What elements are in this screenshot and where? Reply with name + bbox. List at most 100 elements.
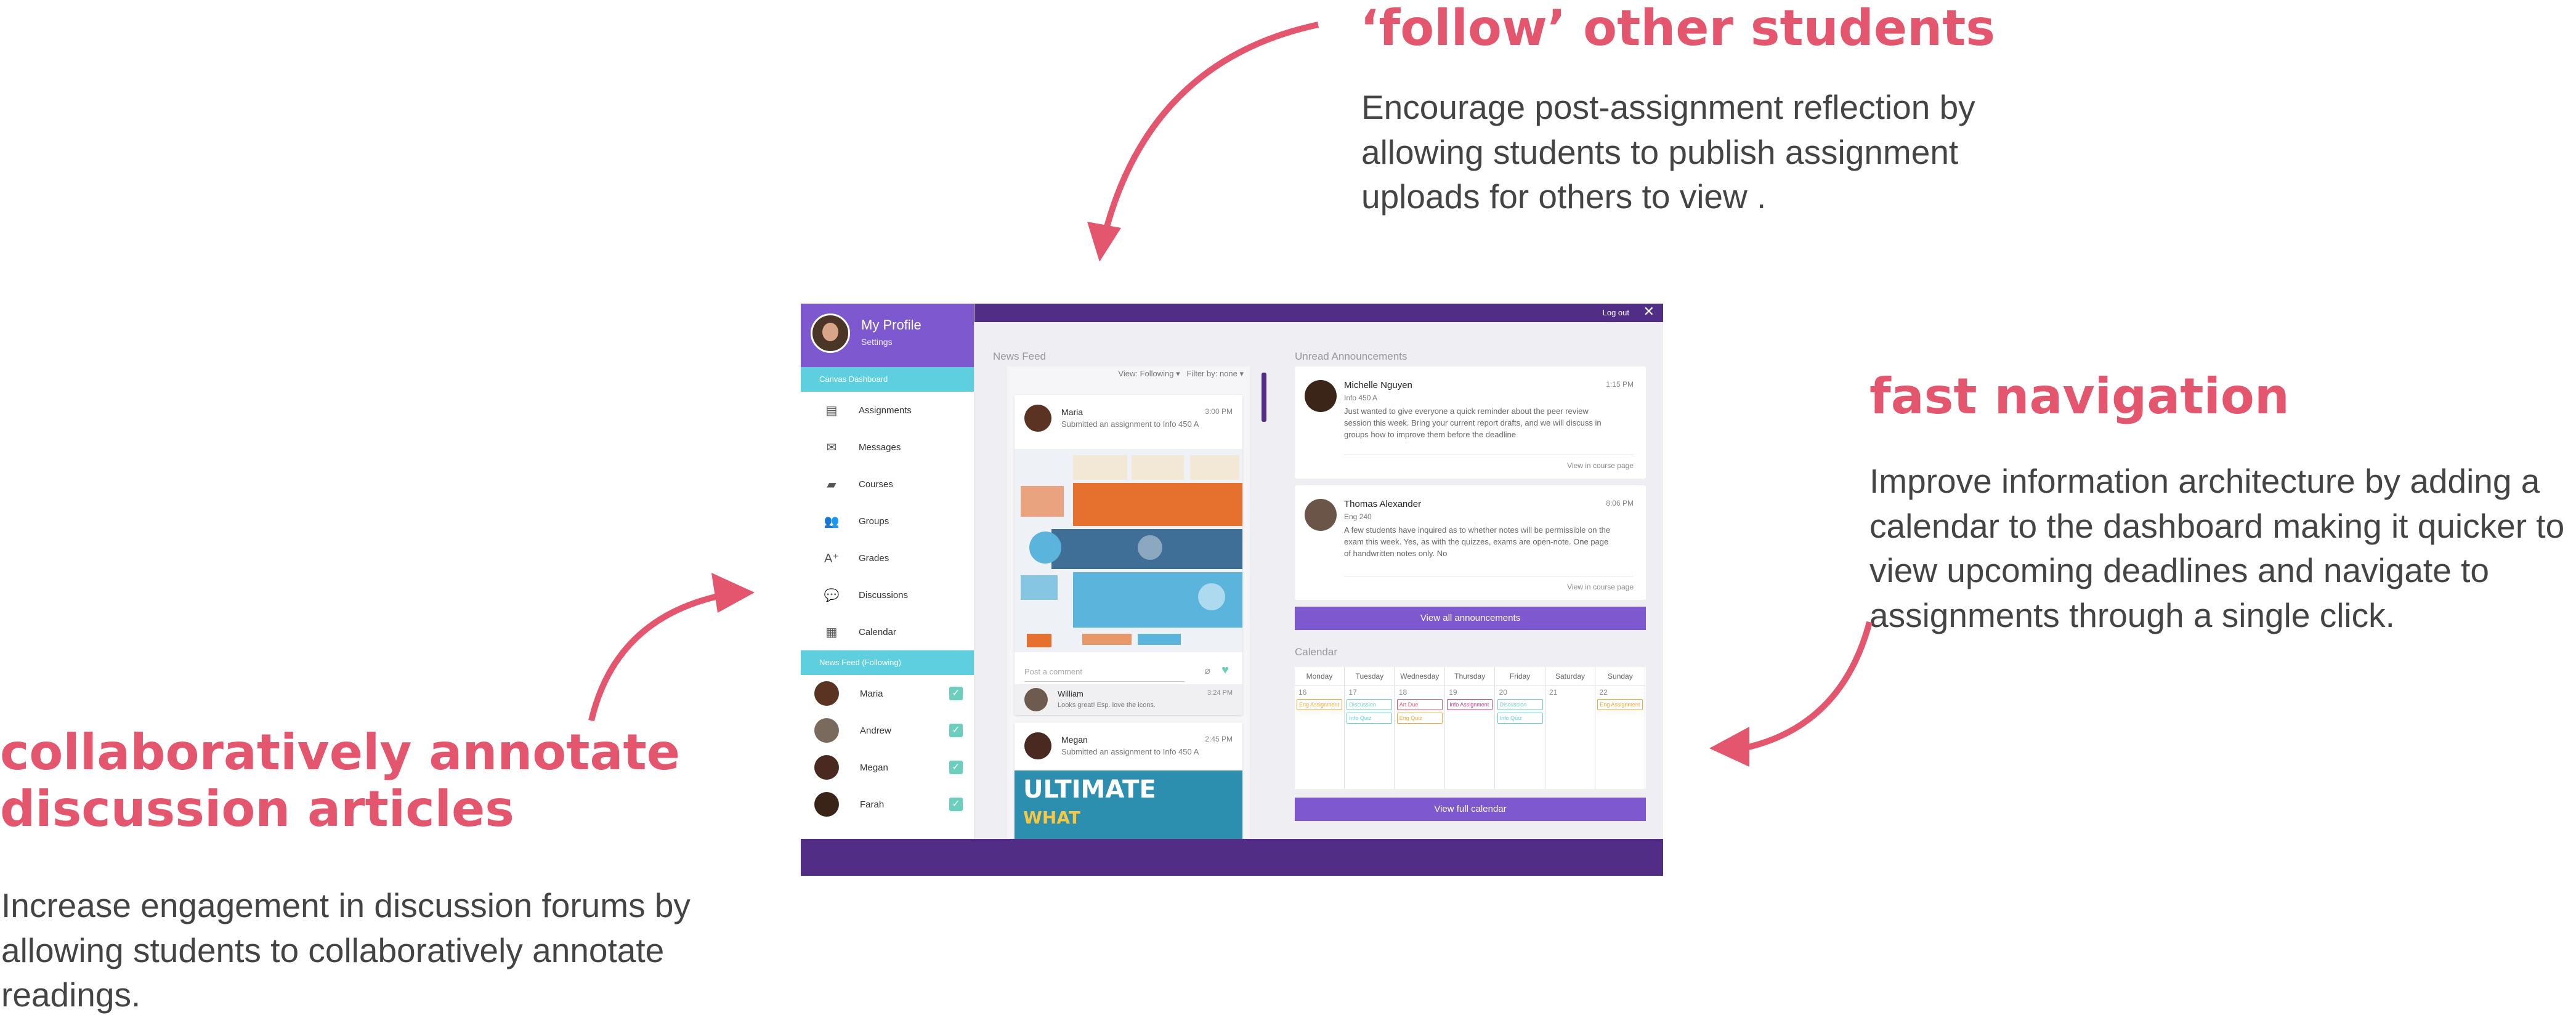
announcements-title: Unread Announcements — [1295, 350, 1407, 362]
following-item-andrew[interactable]: Andrew ✓ — [801, 712, 974, 749]
sidebar-item-calendar[interactable]: ▦ Calendar — [801, 613, 974, 650]
profile-header[interactable]: My Profile Settings — [801, 304, 974, 367]
document-icon: ▤ — [825, 403, 838, 418]
announcement-card[interactable]: Thomas Alexander Eng 240 8:06 PM A few s… — [1295, 485, 1646, 600]
sidebar-item-label: Calendar — [859, 626, 896, 637]
calendar-day-sunday[interactable]: Sunday 22 Eng Assignment — [1595, 667, 1646, 789]
calendar-event[interactable]: Eng Assignment — [1597, 699, 1643, 710]
filter-dropdown[interactable]: Filter by: none — [1186, 369, 1237, 378]
sidebar-item-assignments[interactable]: ▤ Assignments — [801, 392, 974, 429]
sidebar-item-label: Grades — [859, 552, 889, 564]
calendar-event[interactable]: Info Quiz — [1347, 713, 1393, 724]
close-icon[interactable]: ✕ — [1643, 305, 1655, 318]
infographic-image[interactable] — [1015, 449, 1242, 652]
feed-post[interactable]: Maria Submitted an assignment to Info 45… — [1015, 395, 1242, 715]
following-item-maria[interactable]: Maria ✓ — [801, 675, 974, 712]
calendar-day-monday[interactable]: Monday 16 Eng Assignment — [1295, 667, 1345, 789]
view-following-dropdown[interactable]: View: Following — [1118, 369, 1173, 378]
following-checkbox[interactable]: ✓ — [949, 798, 963, 811]
calendar-event[interactable]: Info Assignment — [1447, 699, 1493, 710]
grade-icon: A⁺ — [824, 551, 839, 565]
comment-author[interactable]: William — [1058, 689, 1083, 698]
feed-post[interactable]: Megan Submitted an assignment to Info 45… — [1015, 722, 1242, 839]
avatar[interactable] — [814, 755, 839, 780]
following-item-megan[interactable]: Megan ✓ — [801, 749, 974, 786]
infographic-subheading: WHAT — [1023, 807, 1080, 828]
feed-scrollbar[interactable] — [1262, 373, 1266, 422]
following-checkbox[interactable]: ✓ — [949, 724, 963, 737]
infographic-heading: ULTIMATE — [1023, 775, 1156, 804]
following-list: Maria ✓ Andrew ✓ Megan ✓ Farah ✓ — [801, 675, 974, 823]
sidebar-item-courses[interactable]: ▰ Courses — [801, 466, 974, 503]
calendar-event[interactable]: Info Quiz — [1497, 713, 1543, 724]
following-checkbox[interactable]: ✓ — [949, 687, 963, 700]
settings-link[interactable]: Settings — [861, 337, 893, 347]
sidebar-nav: ▤ Assignments ✉ Messages ▰ Courses 👥 Groups A⁺ Gr… — [801, 392, 974, 650]
calendar-day-name: Friday — [1495, 667, 1545, 685]
calendar-date: 19 — [1449, 688, 1457, 697]
announcement-author[interactable]: Michelle Nguyen — [1344, 380, 1412, 390]
view-in-course-link[interactable]: View in course page — [1567, 583, 1634, 591]
calendar-event[interactable]: Eng Quiz — [1396, 713, 1443, 724]
calendar-grid: Monday 16 Eng Assignment Tuesday 17 Discussio… — [1295, 667, 1646, 789]
calendar-day-thursday[interactable]: Thursday 19 Info Assignment — [1445, 667, 1496, 789]
sidebar-item-grades[interactable]: A⁺ Grades — [801, 540, 974, 576]
following-name: Farah — [860, 799, 885, 810]
post-author[interactable]: Maria — [1061, 407, 1083, 417]
follow-arrowhead — [1087, 222, 1121, 262]
sidebar-item-messages[interactable]: ✉ Messages — [801, 429, 974, 466]
calendar-day-saturday[interactable]: Saturday 21 — [1545, 667, 1595, 789]
calendar-event[interactable]: Eng Assignment — [1297, 699, 1342, 710]
announcement-text: Just wanted to give everyone a quick rem… — [1344, 406, 1602, 439]
calendar-date: 20 — [1499, 688, 1507, 697]
sidebar-item-discussions[interactable]: 💬 Discussions — [801, 576, 974, 613]
avatar[interactable] — [814, 681, 839, 706]
profile-name[interactable]: My Profile — [861, 317, 921, 333]
post-avatar[interactable] — [1024, 405, 1051, 432]
calendar-day-name: Monday — [1295, 667, 1344, 685]
announcement-avatar[interactable] — [1305, 499, 1337, 531]
calendar-icon: ▦ — [825, 625, 838, 639]
comment-time: 3:24 PM — [1207, 689, 1233, 697]
calendar-date: 22 — [1599, 688, 1608, 697]
calendar-day-name: Tuesday — [1345, 667, 1395, 685]
calendar-day-friday[interactable]: Friday 20 Discussion Info Quiz — [1495, 667, 1545, 789]
sidebar-item-groups[interactable]: 👥 Groups — [801, 503, 974, 540]
folder-icon: ▰ — [827, 477, 836, 491]
announcement-course: Eng 240 — [1344, 512, 1372, 521]
announcement-author[interactable]: Thomas Alexander — [1344, 499, 1421, 509]
view-full-calendar-button[interactable]: View full calendar — [1295, 798, 1646, 821]
post-time: 2:45 PM — [1205, 735, 1233, 743]
calendar-date: 21 — [1549, 688, 1558, 697]
heart-icon[interactable]: ♥ — [1221, 663, 1229, 677]
post-author[interactable]: Megan — [1061, 735, 1088, 745]
following-name: Maria — [860, 688, 883, 699]
calendar-day-tuesday[interactable]: Tuesday 17 Discussion Info Quiz — [1345, 667, 1395, 789]
post-avatar[interactable] — [1024, 732, 1051, 759]
announcement-avatar[interactable] — [1305, 380, 1337, 412]
comment-input[interactable]: Post a comment — [1024, 661, 1185, 682]
calendar-title: Calendar — [1295, 646, 1337, 658]
following-checkbox[interactable]: ✓ — [949, 761, 963, 774]
calendar-event[interactable]: Art Due — [1396, 699, 1443, 710]
comment-avatar[interactable] — [1024, 688, 1048, 711]
attachment-icon[interactable]: ⌀ — [1204, 665, 1210, 677]
sidebar-item-label: Messages — [859, 442, 901, 453]
calendar-event[interactable]: Discussion — [1347, 699, 1393, 710]
feed-filters[interactable]: View: Following ▾ Filter by: none ▾ — [1118, 369, 1244, 379]
calendar-day-wednesday[interactable]: Wednesday 18 Art Due Eng Quiz — [1395, 667, 1445, 789]
infographic-image[interactable]: ULTIMATE WHAT — [1015, 770, 1242, 839]
people-icon: 👥 — [824, 514, 840, 528]
view-all-announcements-button[interactable]: View all announcements — [1295, 607, 1646, 630]
calendar-event[interactable]: Discussion — [1497, 699, 1543, 710]
avatar[interactable] — [811, 313, 850, 353]
avatar[interactable] — [814, 718, 839, 743]
announcement-time: 1:15 PM — [1606, 380, 1634, 389]
following-item-farah[interactable]: Farah ✓ — [801, 786, 974, 823]
avatar[interactable] — [814, 792, 839, 817]
view-in-course-link[interactable]: View in course page — [1567, 461, 1634, 470]
logout-link[interactable]: Log out — [1603, 308, 1629, 317]
following-section-label: News Feed (Following) — [801, 650, 974, 675]
navigation-arrowhead — [1709, 727, 1749, 767]
announcement-card[interactable]: Michelle Nguyen Info 450 A 1:15 PM Just … — [1295, 366, 1646, 479]
